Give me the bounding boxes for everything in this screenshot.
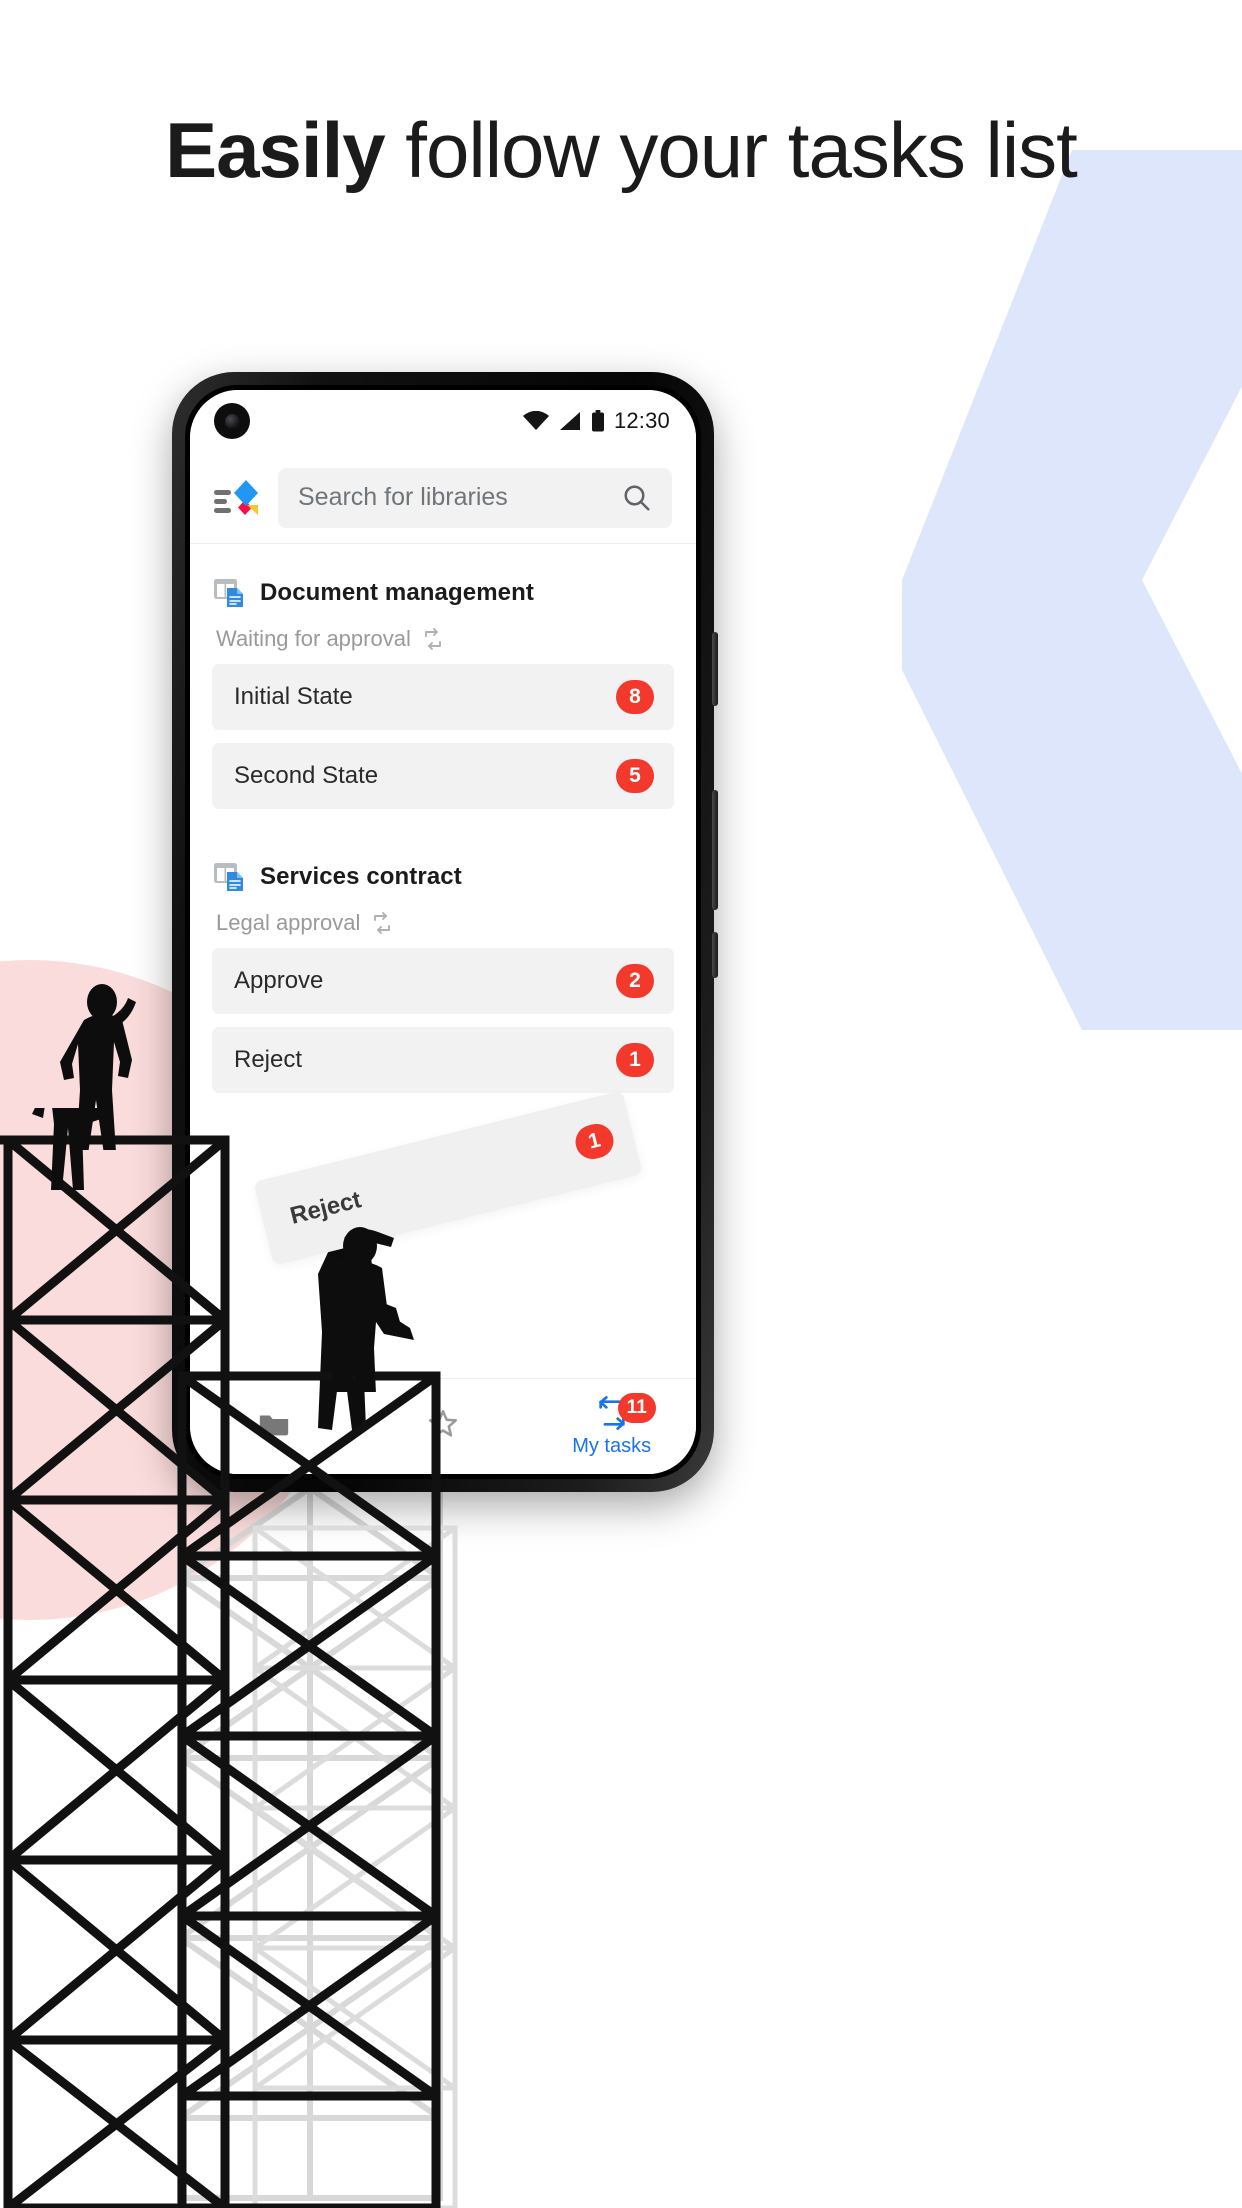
nav-item-favorites[interactable] [359,1379,528,1474]
workflow-name: Waiting for approval [216,626,411,651]
library-document-icon [214,863,243,891]
floating-chip-badge: 1 [571,1120,618,1163]
task-label: Approve [234,967,324,994]
nav-label-my-tasks: My tasks [572,1434,652,1457]
task-count-badge: 1 [616,1043,654,1077]
folder-icon [260,1415,289,1436]
bottom-navigation: 11 My tasks [190,1378,696,1474]
nav-item-files[interactable] [190,1379,359,1474]
page-title: Easily follow your tasks list [0,109,1242,191]
app-logo[interactable] [214,476,260,520]
star-outline-icon [428,1409,458,1437]
front-camera-icon [214,403,250,439]
task-row[interactable]: Second State 5 [212,743,674,809]
headline-rest: follow your tasks list [384,106,1078,194]
task-label: Second State [234,762,379,789]
battery-icon [591,410,604,432]
workflow-sync-icon [374,912,391,934]
worker-standing-silhouette [60,984,136,1150]
library-name: Services contract [260,863,462,890]
library-header[interactable]: Services contract [212,860,674,894]
search-icon[interactable] [622,483,652,513]
workflow-name: Legal approval [216,910,361,935]
task-label: Reject [234,1046,303,1073]
signal-icon [559,412,580,430]
status-indicators: 12:30 [522,408,670,434]
task-row[interactable]: Reject 1 [212,1027,674,1093]
status-bar: 12:30 [190,390,696,452]
status-time: 12:30 [613,408,670,433]
search-placeholder: Search for libraries [298,483,508,511]
library-header[interactable]: Document management [212,576,674,610]
hamburger-menu-icon [214,489,231,513]
wifi-icon [522,411,549,430]
worker-with-cap-silhouette [330,1227,414,1392]
phone-button-mute [712,632,718,706]
library-workflow: Waiting for approval [216,626,674,652]
task-count-badge: 5 [616,759,654,793]
phone-button-volume [712,790,718,910]
app-bar: Search for libraries [190,452,696,544]
task-label: Initial State [234,683,353,710]
search-input[interactable]: Search for libraries [278,467,672,528]
task-count-badge: 2 [616,964,654,998]
task-row[interactable]: Initial State 8 [212,664,674,730]
workflow-sync-icon [424,628,441,650]
headline-bold-word: Easily [165,106,386,194]
library-workflow: Legal approval [216,910,674,936]
blue-chevron-shape [902,150,1242,1030]
library-document-icon [214,579,243,607]
nav-badge-my-tasks: 11 [617,1393,656,1423]
phone-button-power [712,932,718,978]
nav-item-my-tasks[interactable]: 11 My tasks [527,1379,696,1474]
task-row[interactable]: Approve 2 [212,948,674,1014]
library-name: Document management [260,579,534,606]
task-count-badge: 8 [616,680,654,714]
